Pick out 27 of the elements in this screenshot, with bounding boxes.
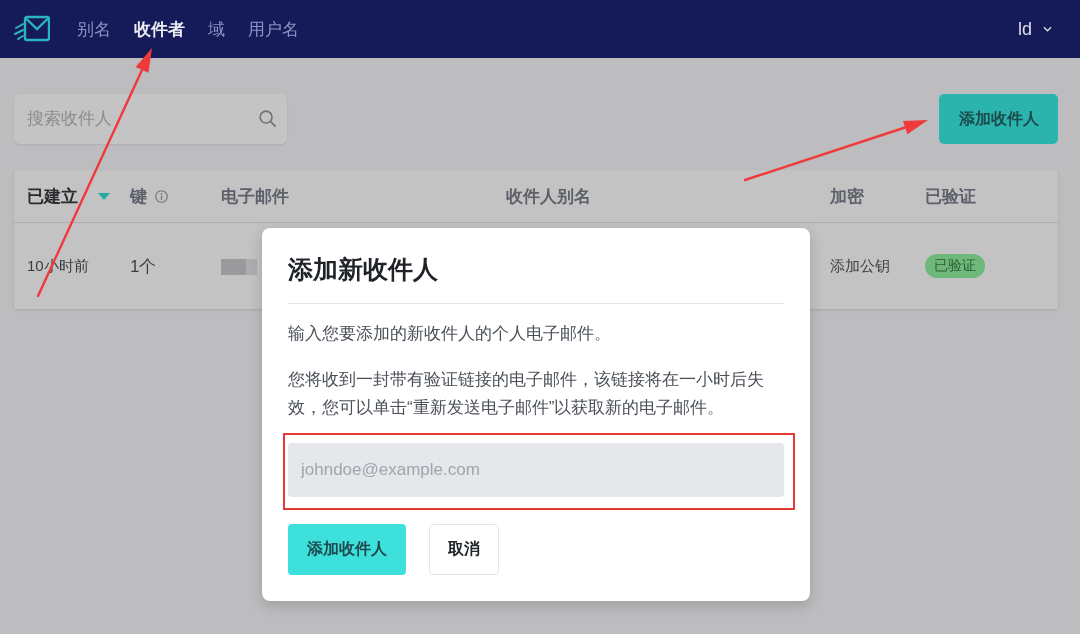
email-input-field[interactable]: johndoe@example.com — [288, 443, 784, 497]
search-field[interactable]: 搜索收件人 — [14, 94, 287, 144]
column-header[interactable]: 已验证 — [925, 184, 976, 208]
user-menu-button[interactable]: ld — [1018, 18, 1052, 40]
column-header[interactable]: 已建立 — [27, 184, 78, 208]
add-recipient-submit-button[interactable]: 添加收件人 — [288, 524, 406, 575]
nav-tab[interactable]: 别名 — [77, 17, 111, 41]
dialog-title: 添加新收件人 — [288, 254, 438, 285]
nav-tab[interactable]: 域 — [208, 17, 225, 41]
dialog-text: 您将收到一封带有验证链接的电子邮件，该链接将在一小时后失效，您可以单击“重新发送电子邮件”以获取新的电子邮件。 — [288, 369, 765, 419]
column-header[interactable]: 键 — [130, 184, 147, 208]
chevron-down-icon — [1043, 26, 1052, 32]
verified-badge: 已验证 — [925, 254, 985, 278]
add-key-link[interactable]: 添加公钥 — [830, 256, 890, 276]
envelope-logo-icon[interactable] — [14, 14, 50, 44]
cancel-button[interactable]: 取消 — [429, 524, 499, 575]
dialog-text: 输入您要添加的新收件人的个人电子邮件。 — [288, 323, 612, 345]
search-icon — [259, 110, 276, 127]
add-recipient-button[interactable]: 添加收件人 — [939, 94, 1058, 144]
nav-tab[interactable]: 用户名 — [248, 17, 299, 41]
nav-tab[interactable]: 收件者 — [134, 17, 185, 41]
info-icon[interactable] — [155, 189, 168, 203]
column-header[interactable]: 收件人别名 — [506, 184, 591, 208]
column-header[interactable]: 加密 — [830, 184, 864, 208]
table-cell-text: 1个 — [130, 255, 157, 278]
sort-descending-icon[interactable] — [98, 192, 110, 200]
column-header[interactable]: 电子邮件 — [221, 184, 289, 208]
